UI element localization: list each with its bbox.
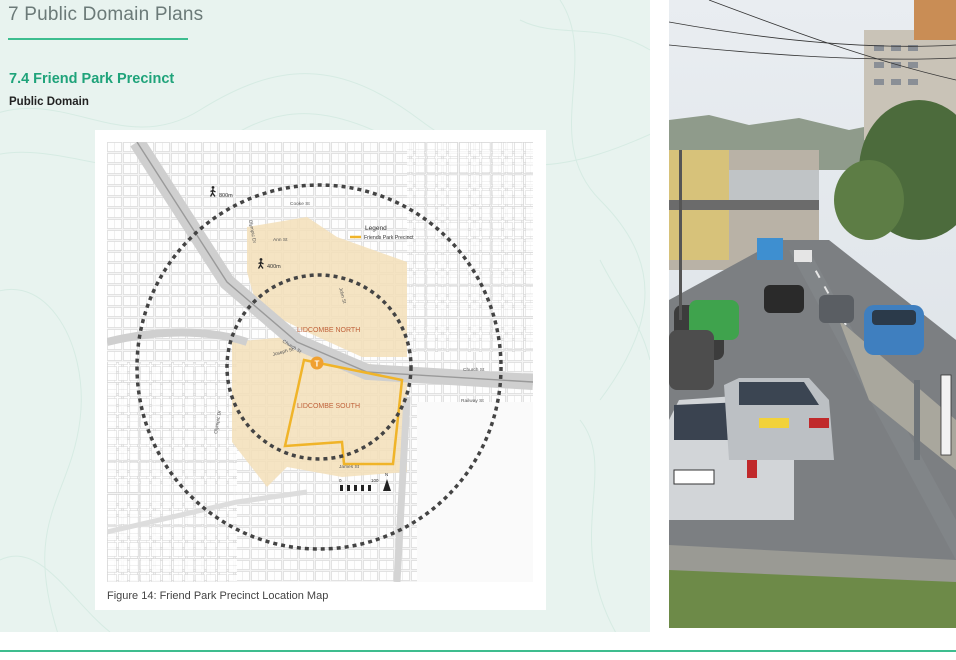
street-photo [669, 0, 956, 628]
station-symbol: T [315, 360, 320, 369]
ring-label-800m: 800m [219, 193, 233, 199]
legend-item: Friends Park Precinct [364, 235, 414, 241]
ring-label-400m: 400m [267, 264, 281, 270]
figure-caption: Figure 14: Friend Park Precinct Location… [107, 590, 329, 602]
street-label: Railway St [461, 398, 484, 404]
street-label: Church St [463, 367, 485, 373]
figure-card: T 800m 400m Legend Friends Park Precinct… [95, 130, 546, 610]
legend-title: Legend [365, 225, 387, 232]
street-label: James St [339, 464, 360, 470]
subsection-heading: 7.4 Friend Park Precinct [9, 71, 175, 87]
scale-label-100: 100 [371, 478, 379, 483]
street-label: Ann St [273, 237, 288, 243]
subsection-subtitle: Public Domain [9, 96, 89, 108]
street-photo-image [669, 0, 956, 628]
title-underline [8, 38, 188, 40]
footer-rule [0, 650, 956, 652]
page-panel: 7 Public Domain Plans 7.4 Friend Park Pr… [0, 0, 650, 632]
area-label-north: LIDCOMBE NORTH [297, 327, 360, 334]
area-label-south: LIDCOMBE SOUTH [297, 403, 360, 410]
street-label: Cooke St [290, 201, 310, 207]
precinct-location-map: T 800m 400m Legend Friends Park Precinct… [107, 142, 533, 582]
section-title: 7 Public Domain Plans [8, 4, 204, 25]
svg-text:N: N [385, 472, 388, 477]
